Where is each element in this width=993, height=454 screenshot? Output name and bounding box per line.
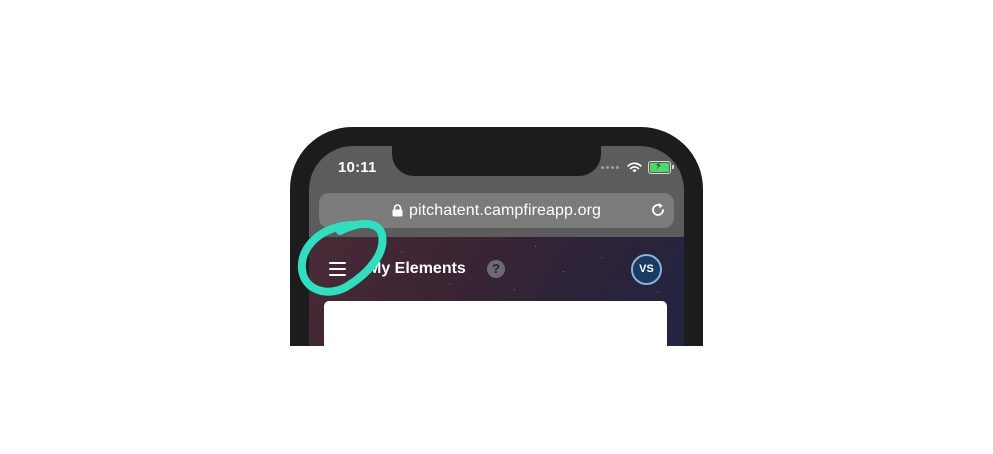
stage: 10:11 ⚡ pitchatent.campfireapp.org My El… [0, 0, 993, 454]
phone-notch [392, 146, 601, 176]
url-text: pitchatent.campfireapp.org [408, 201, 602, 219]
phone-frame: 10:11 ⚡ pitchatent.campfireapp.org My El… [290, 127, 703, 346]
lock-icon [392, 204, 403, 217]
status-icons: ⚡ [601, 161, 674, 174]
help-icon[interactable]: ? [487, 260, 505, 278]
content-card [324, 301, 667, 346]
user-avatar[interactable]: VS [631, 254, 662, 285]
url-bar[interactable]: pitchatent.campfireapp.org [319, 193, 674, 228]
battery-charging-icon: ⚡ [648, 161, 674, 174]
wifi-icon [627, 162, 642, 173]
hamburger-menu-icon[interactable] [329, 260, 351, 278]
app-header: My Elements ? VS [309, 237, 684, 346]
signal-dots-icon [601, 166, 619, 169]
reload-icon[interactable] [649, 201, 667, 219]
phone-screen: 10:11 ⚡ pitchatent.campfireapp.org My El… [309, 146, 684, 346]
page-title: My Elements [368, 260, 466, 277]
url-content: pitchatent.campfireapp.org [319, 193, 674, 228]
status-time: 10:11 [338, 159, 377, 176]
